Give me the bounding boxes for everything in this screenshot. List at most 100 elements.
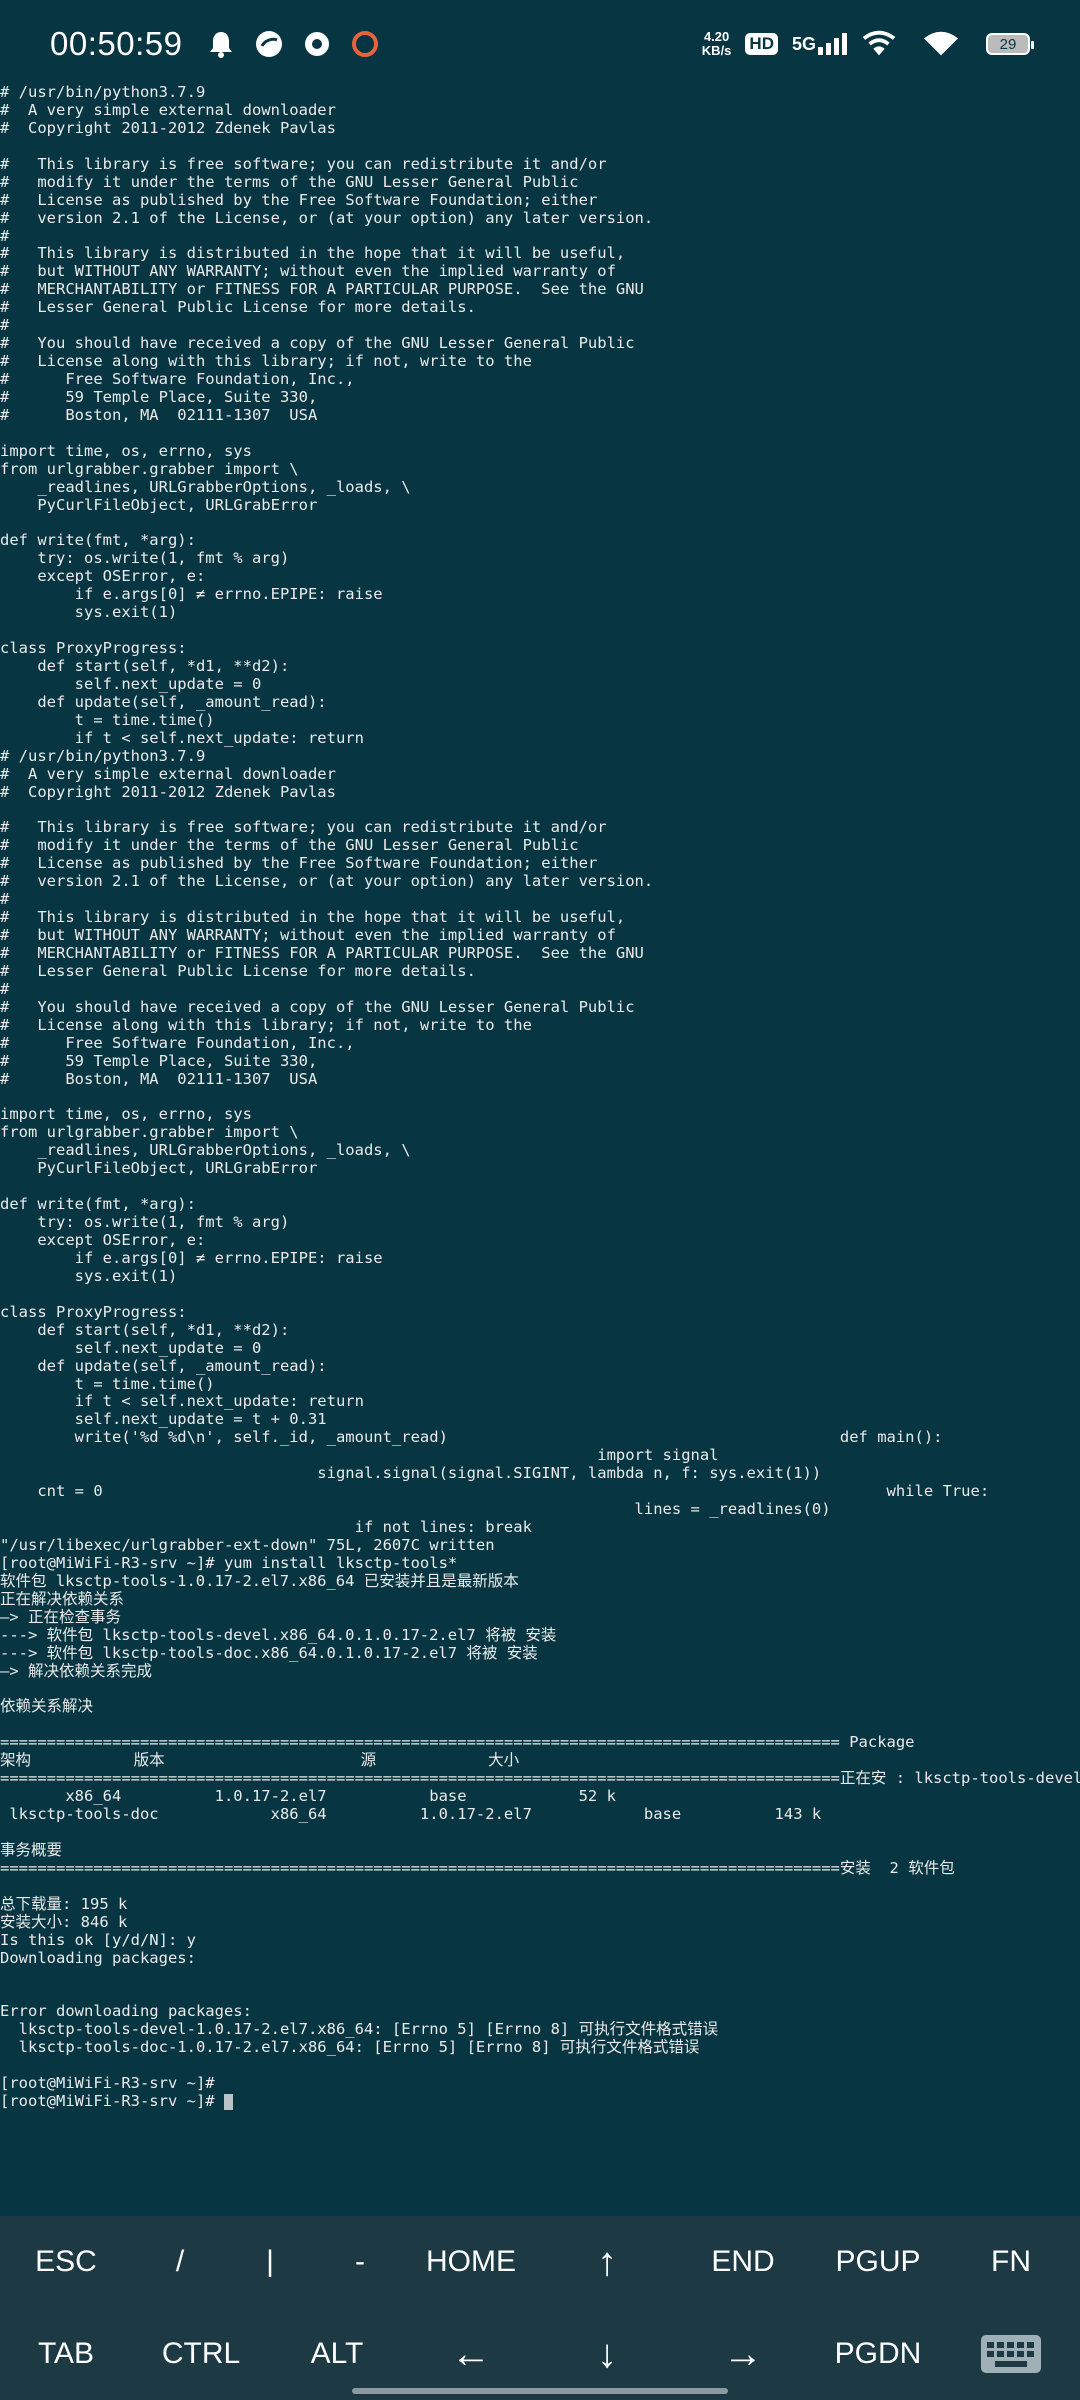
terminal-line: if e.args[0] ≠ errno.EPIPE: raise — [0, 585, 383, 604]
terminal-line: def write(fmt, *arg): — [0, 531, 196, 550]
terminal-line: except OSError, e: — [0, 567, 206, 586]
key-ctrl[interactable]: CTRL — [141, 2308, 261, 2400]
terminal-line: # License as published by the Free Softw… — [0, 854, 598, 873]
extra-keys-bar: ESC / | - HOME ↑ END PGUP FN TAB CTRL AL… — [0, 2216, 1080, 2400]
terminal-line: # This library is free software; you can… — [0, 818, 607, 837]
terminal-line: ========================================… — [0, 1733, 915, 1752]
terminal-line: # A very simple external downloader — [0, 764, 336, 783]
terminal-line: def start(self, *d1, **d2): — [0, 657, 290, 675]
terminal-line: x86_64 1.0.17-2.el7 base 52 k — [0, 1787, 616, 1806]
terminal-line: —> 解决依赖关系完成 — [0, 1661, 152, 1680]
key-esc[interactable]: ESC — [6, 2216, 126, 2308]
network-speed: 4.20 KB/s — [701, 29, 732, 58]
terminal-line: # modify it under the terms of the GNU L… — [0, 836, 579, 855]
terminal-line: if t < self.next_update: return — [0, 728, 364, 747]
terminal-output[interactable]: # /usr/bin/python3.7.9 # A very simple ex… — [0, 84, 1080, 2214]
terminal-line: # Free Software Foundation, Inc., — [0, 370, 355, 388]
key-end[interactable]: END — [683, 2216, 803, 2308]
terminal-line: Error downloading packages: — [0, 2002, 252, 2021]
key-down-arrow[interactable]: ↓ — [547, 2308, 667, 2400]
terminal-line: ========================================… — [0, 1858, 955, 1877]
terminal-line: # — [0, 226, 10, 245]
terminal-line: # MERCHANTABILITY or FITNESS FOR A PARTI… — [0, 280, 644, 299]
text-cursor — [223, 2093, 233, 2110]
key-fn[interactable]: FN — [951, 2216, 1071, 2308]
terminal-line: Is this ok [y/d/N]: y — [0, 1930, 196, 1949]
terminal-line: # This library is free software; you can… — [0, 154, 607, 173]
terminal-line: # 59 Temple Place, Suite 330, — [0, 1051, 318, 1070]
terminal-line: class ProxyProgress: — [0, 639, 187, 658]
terminal-line: # Boston, MA 02111-1307 USA — [0, 405, 318, 424]
key-up-arrow[interactable]: ↑ — [547, 2216, 667, 2308]
keyboard-icon — [981, 2335, 1041, 2373]
clock: 00:50:59 — [50, 25, 183, 62]
terminal-line: # Copyright 2011-2012 Zdenek Pavlas — [0, 118, 336, 137]
terminal-line: # A very simple external downloader — [0, 100, 336, 119]
wifi-calling-icon — [862, 27, 896, 61]
terminal-line: —> 正在检查事务 — [0, 1607, 121, 1626]
key-alt[interactable]: ALT — [277, 2308, 397, 2400]
terminal-line: 正在解决依赖关系 — [0, 1589, 125, 1608]
terminal-line: t = time.time() — [0, 1374, 215, 1393]
key-pgdn[interactable]: PGDN — [818, 2308, 938, 2400]
terminal-line: lksctp-tools-devel-1.0.17-2.el7.x86_64: … — [0, 2020, 719, 2039]
terminal-line: lksctp-tools-doc-1.0.17-2.el7.x86_64: [E… — [0, 2038, 700, 2057]
key-dash[interactable]: - — [300, 2216, 420, 2308]
terminal-line: # /usr/bin/python3.7.9 — [0, 746, 206, 765]
battery-icon: 29 — [986, 33, 1034, 55]
keyboard-toggle-button[interactable] — [951, 2308, 1071, 2400]
key-pgup[interactable]: PGUP — [818, 2216, 938, 2308]
terminal-line: import signal — [0, 1446, 719, 1465]
terminal-line: except OSError, e: — [0, 1231, 206, 1249]
key-left-arrow[interactable]: ← — [411, 2308, 531, 2400]
key-right-arrow[interactable]: → — [683, 2308, 803, 2400]
terminal-line: ---> 软件包 lksctp-tools-doc.x86_64.0.1.0.1… — [0, 1643, 538, 1662]
status-bar: 00:50:59 4.20 KB/s HD 5G 29 — [0, 0, 1080, 88]
terminal-line: try: os.write(1, fmt % arg) — [0, 1213, 290, 1232]
signal-icon: 5G — [792, 33, 848, 55]
terminal-line: lksctp-tools-doc x86_64 1.0.17-2.el7 bas… — [0, 1805, 822, 1823]
terminal-line: 事务概要 — [0, 1840, 63, 1859]
terminal-line: # You should have received a copy of the… — [0, 334, 635, 353]
terminal-line: # version 2.1 of the License, or (at you… — [0, 208, 654, 227]
gesture-bar[interactable] — [352, 2388, 728, 2394]
terminal-line: 安装大小: 846 k — [0, 1912, 128, 1931]
terminal-line: # /usr/bin/python3.7.9 — [0, 84, 206, 101]
record-icon — [348, 27, 382, 61]
key-tab[interactable]: TAB — [6, 2308, 126, 2400]
terminal-line: Downloading packages: — [0, 1948, 196, 1967]
terminal-line: _readlines, URLGrabberOptions, _loads, \ — [0, 1141, 411, 1160]
hd-badge: HD — [745, 33, 778, 55]
terminal-line: # Free Software Foundation, Inc., — [0, 1033, 355, 1052]
terminal-line: try: os.write(1, fmt % arg) — [0, 549, 290, 568]
terminal-line: # License as published by the Free Softw… — [0, 190, 598, 209]
terminal-line: [root@MiWiFi-R3-srv ~]# yum install lksc… — [0, 1553, 458, 1572]
key-home[interactable]: HOME — [411, 2216, 531, 2308]
terminal-line: # 59 Temple Place, Suite 330, — [0, 387, 318, 406]
terminal-line: # Boston, MA 02111-1307 USA — [0, 1069, 318, 1088]
terminal-line: # This library is distributed in the hop… — [0, 908, 626, 927]
terminal-line: self.next_update = t + 0.31 — [0, 1410, 327, 1429]
terminal-line: def start(self, *d1, **d2): — [0, 1320, 290, 1339]
terminal-line: signal.signal(signal.SIGINT, lambda n, f… — [0, 1464, 822, 1483]
terminal-line: def update(self, _amount_read): — [0, 1356, 327, 1375]
terminal-line: # MERCHANTABILITY or FITNESS FOR A PARTI… — [0, 944, 644, 962]
terminal-line: sys.exit(1) — [0, 1266, 178, 1285]
terminal-line: [root@MiWiFi-R3-srv ~]# — [0, 2074, 215, 2093]
terminal-line: write('%d %d\n', self._id, _amount_read)… — [0, 1428, 943, 1447]
terminal-line: import time, os, errno, sys — [0, 441, 252, 460]
terminal-line: _readlines, URLGrabberOptions, _loads, \ — [0, 477, 411, 496]
